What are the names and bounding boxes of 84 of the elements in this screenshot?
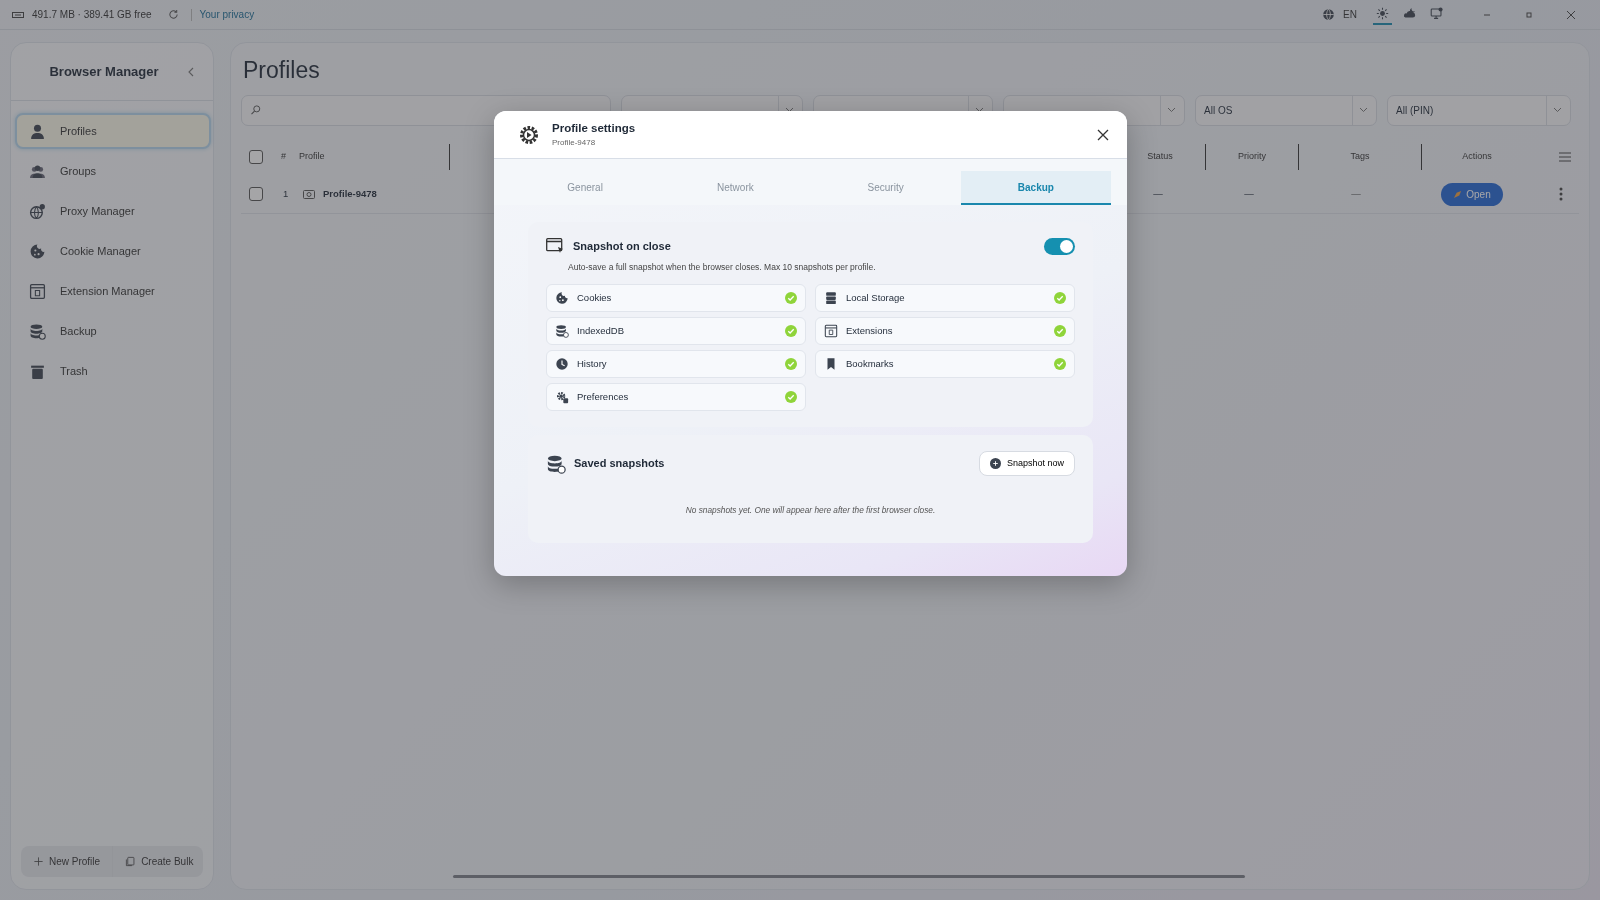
backup-option[interactable]: Preferences: [546, 382, 806, 411]
privacy-link[interactable]: Your privacy: [199, 7, 255, 22]
column-header: Profile: [299, 149, 326, 163]
database-icon: [555, 323, 569, 338]
gear-icon: [518, 123, 540, 146]
caret-icon: [1167, 107, 1176, 114]
column-header: #: [281, 149, 287, 163]
memory-icon: [12, 10, 24, 19]
table-cell-text: —: [1243, 186, 1255, 201]
copy-icon: [125, 856, 137, 867]
app-title: Browser Manager: [48, 62, 160, 81]
create-bulk-button[interactable]: Create Bulk: [112, 846, 206, 877]
caret-icon: [1553, 107, 1562, 114]
sidebar-item[interactable]: Groups: [15, 153, 211, 189]
cloud-moon-icon: [1403, 6, 1416, 20]
tab[interactable]: Backup: [960, 171, 1111, 205]
column-header: Priority: [1237, 149, 1267, 163]
row-checkbox[interactable]: [249, 187, 263, 202]
sidebar-item[interactable]: Cookie Manager: [15, 233, 211, 269]
backup-option[interactable]: Extensions: [815, 316, 1075, 345]
memory-status: 491.7 MB · 389.41 GB free: [32, 8, 152, 22]
caret-icon: [1359, 107, 1368, 114]
filter-dropdown[interactable]: All OS: [1195, 94, 1377, 126]
sidebar-item[interactable]: Profiles: [15, 113, 211, 149]
snapshot-now-button[interactable]: Snapshot now: [978, 450, 1075, 477]
sidebar-item[interactable]: Extension Manager: [15, 273, 211, 309]
column-header: Status: [1146, 149, 1174, 163]
clock-icon: [555, 356, 569, 371]
scrollbar[interactable]: [453, 875, 1245, 878]
more-icon[interactable]: [1559, 187, 1563, 202]
dialog-subtitle: Profile-9478: [552, 137, 597, 150]
backup-option[interactable]: Bookmarks: [815, 349, 1075, 378]
table-cell-text: —: [1152, 186, 1164, 201]
search-icon: [250, 104, 262, 117]
globe-icon[interactable]: [1322, 8, 1336, 21]
monitor-icon: [1430, 6, 1443, 20]
close-icon: [1097, 128, 1109, 141]
window-cursor-icon: [546, 238, 565, 255]
database-icon: [29, 322, 46, 340]
column-header: Tags: [1349, 149, 1371, 163]
tab[interactable]: Network: [660, 171, 811, 205]
table-cell-text: —: [1350, 186, 1362, 201]
tab[interactable]: General: [510, 171, 661, 205]
table-cell-text: 1: [283, 186, 290, 201]
window-icon: [824, 323, 838, 338]
page-title: Profiles: [243, 57, 321, 85]
sun-icon: [1376, 6, 1389, 20]
select-all-checkbox[interactable]: [249, 149, 263, 164]
maximize-icon: [1524, 9, 1534, 20]
cookie-icon: [29, 242, 46, 260]
empty-message: No snapshots yet. One will appear here after the first browser close.: [684, 504, 937, 517]
plus-icon: [33, 856, 44, 867]
close-icon: [1566, 9, 1576, 20]
sidebar-item[interactable]: Proxy Manager: [15, 193, 211, 229]
language-label[interactable]: EN: [1343, 7, 1357, 22]
new-button[interactable]: New Profile: [21, 846, 113, 877]
database-icon: [546, 453, 566, 474]
toggle-switch[interactable]: [1044, 238, 1075, 255]
section-description: Auto-save a full snapshot when the browser closes. Max 10 snapshots per profile.: [568, 261, 877, 274]
person-icon: [29, 122, 46, 140]
sidebar-item[interactable]: Backup: [15, 313, 211, 349]
window-icon: [29, 282, 46, 300]
plus-circle-icon: [989, 458, 1001, 469]
filter-dropdown[interactable]: All (PIN): [1387, 94, 1571, 126]
backup-option[interactable]: Cookies: [546, 283, 806, 312]
gear-icon: [555, 389, 569, 404]
column-header: Actions: [1461, 149, 1493, 163]
cookie-icon: [555, 290, 569, 305]
camera-icon: [303, 189, 315, 200]
sidebar-item[interactable]: Trash: [15, 353, 211, 389]
collapse-icon[interactable]: [187, 66, 195, 77]
backup-option[interactable]: History: [546, 349, 806, 378]
section-title: Snapshot on close: [573, 239, 671, 255]
table-cell-text: Profile-9478: [323, 186, 378, 201]
open-button[interactable]: Open: [1441, 182, 1503, 206]
refresh-icon[interactable]: [167, 9, 179, 20]
backup-option[interactable]: IndexedDB: [546, 316, 806, 345]
globe-icon: [29, 202, 46, 220]
tab[interactable]: Security: [810, 171, 961, 205]
section-title: Saved snapshots: [574, 456, 665, 472]
menu-icon[interactable]: [1559, 151, 1571, 162]
dialog-title: Profile settings: [552, 120, 636, 136]
server-stack-icon: [824, 290, 838, 305]
backup-option[interactable]: Local Storage: [815, 283, 1075, 312]
